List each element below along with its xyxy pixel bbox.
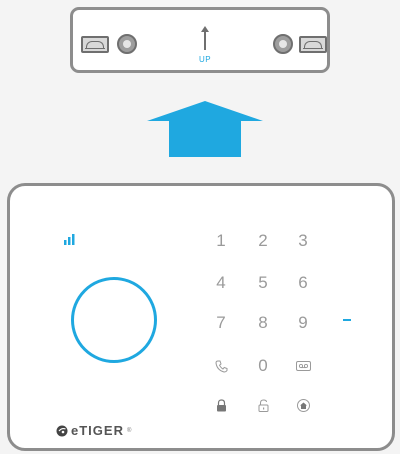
arm-away-key[interactable]: [206, 395, 236, 415]
phone-key[interactable]: [206, 356, 236, 376]
status-indicator: [343, 319, 351, 321]
up-arrow-icon: [201, 26, 209, 50]
mounting-bracket: UP: [70, 7, 330, 73]
home-arm-icon: [296, 398, 310, 412]
signal-strength-icon: [64, 234, 75, 245]
record-key[interactable]: [288, 356, 318, 376]
right-screw-icon: [273, 34, 293, 54]
phone-icon: [214, 360, 227, 373]
key-7[interactable]: 7: [206, 313, 236, 333]
left-screw-icon: [117, 34, 137, 54]
key-1[interactable]: 1: [206, 231, 236, 251]
tape-icon: [295, 361, 311, 371]
disarm-key[interactable]: [248, 395, 278, 415]
nfc-ring[interactable]: [71, 277, 157, 363]
key-9[interactable]: 9: [288, 313, 318, 333]
key-4[interactable]: 4: [206, 273, 236, 293]
slide-up-arrow-icon: [147, 101, 263, 157]
brand-logo: eTIGER ®: [56, 423, 131, 438]
key-3[interactable]: 3: [288, 231, 318, 251]
right-mount-slot-icon: [299, 36, 327, 53]
key-0[interactable]: 0: [248, 356, 278, 376]
brand-reg-mark: ®: [126, 427, 132, 434]
brand-name: eTIGER: [71, 423, 124, 438]
etiger-logo-icon: [56, 425, 68, 436]
key-8[interactable]: 8: [248, 313, 278, 333]
home-arm-key[interactable]: [288, 395, 318, 415]
key-2[interactable]: 2: [248, 231, 278, 251]
alarm-panel: 1 2 3 4 5 6 7 8 9 0 eTIGER ®: [7, 183, 395, 451]
key-5[interactable]: 5: [248, 273, 278, 293]
left-mount-slot-icon: [81, 36, 109, 53]
up-label: UP: [198, 55, 212, 64]
key-6[interactable]: 6: [288, 273, 318, 293]
arm-away-icon: [216, 398, 226, 411]
disarm-icon: [258, 398, 268, 412]
